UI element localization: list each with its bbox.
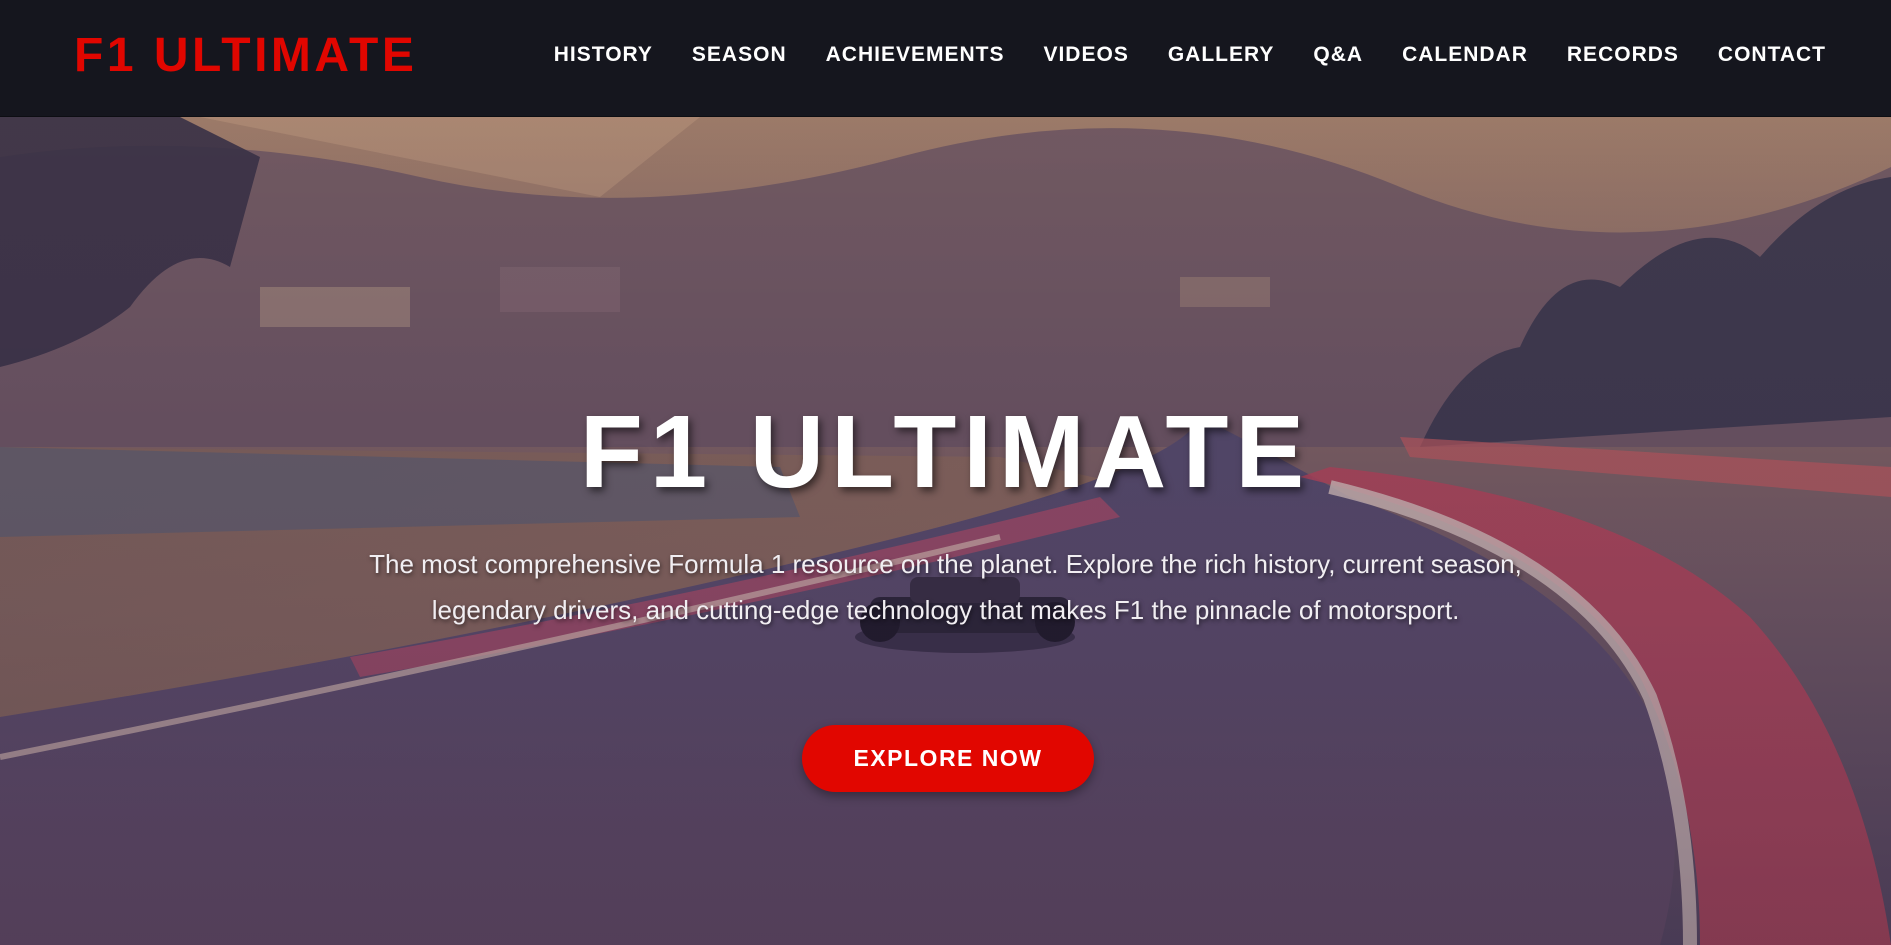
hero-title: F1 ULTIMATE — [579, 394, 1312, 509]
explore-now-button[interactable]: EXPLORE NOW — [802, 725, 1094, 792]
nav-item-history[interactable]: HISTORY — [554, 42, 653, 68]
nav-item-season[interactable]: SEASON — [692, 42, 787, 68]
nav-item-gallery[interactable]: GALLERY — [1168, 42, 1275, 68]
hero-description: The most comprehensive Formula 1 resourc… — [369, 549, 1522, 625]
nav-item-qa[interactable]: Q&A — [1313, 42, 1363, 68]
nav-item-records[interactable]: RECORDS — [1567, 42, 1679, 68]
nav-item-contact[interactable]: CONTACT — [1718, 42, 1826, 68]
hero-section: F1 ULTIMATE The most comprehensive Formu… — [0, 117, 1891, 945]
main-nav: HISTORY SEASON ACHIEVEMENTS VIDEOS GALLE… — [554, 42, 1826, 68]
nav-item-achievements[interactable]: ACHIEVEMENTS — [826, 42, 1005, 68]
nav-item-videos[interactable]: VIDEOS — [1043, 42, 1128, 68]
hero-overlay — [0, 117, 1891, 945]
site-header: F1 ULTIMATE HISTORY SEASON ACHIEVEMENTS … — [0, 0, 1891, 117]
nav-item-calendar[interactable]: CALENDAR — [1402, 42, 1528, 68]
site-logo[interactable]: F1 ULTIMATE — [74, 30, 417, 82]
